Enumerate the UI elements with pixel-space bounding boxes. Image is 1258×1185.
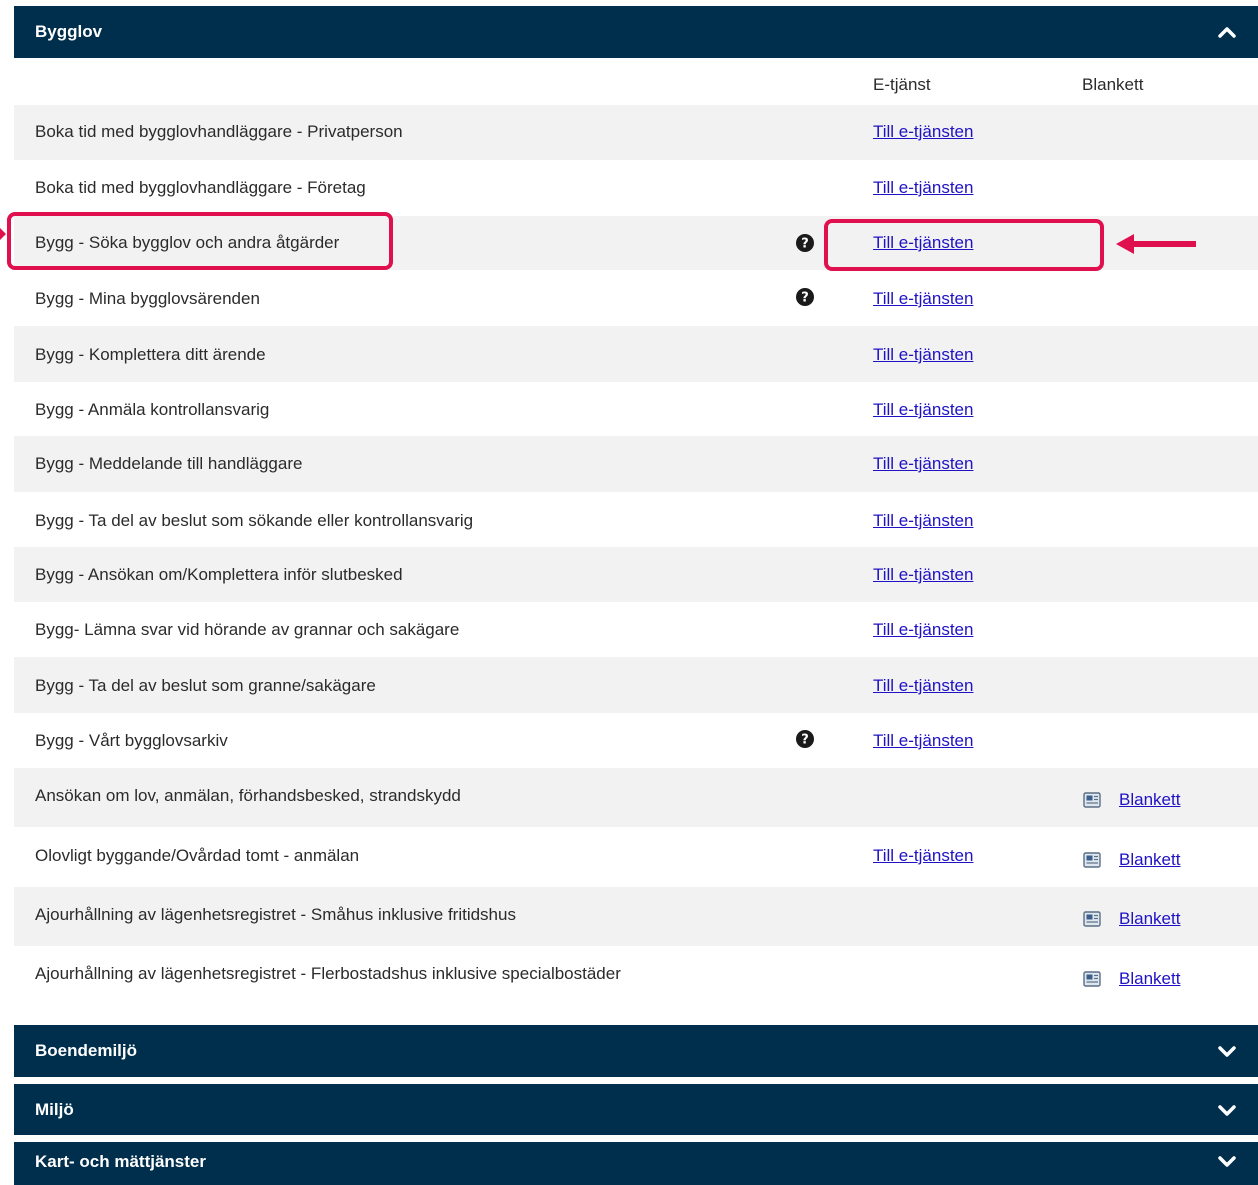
svg-text:?: ? (801, 733, 809, 748)
table-row: Ansökan om lov, anmälan, förhandsbesked,… (14, 768, 1258, 827)
table-row: Bygg - Mina bygglovsärenden ? Till e-tjä… (14, 270, 1258, 326)
row-title: Bygg - Ansökan om/Komplettera inför slut… (35, 565, 403, 584)
row-title: Bygg - Anmäla kontrollansvarig (35, 400, 270, 419)
chevron-down-icon[interactable] (1218, 1101, 1236, 1119)
eservice-link[interactable]: Till e-tjänsten (873, 400, 973, 420)
section-title: Boendemiljö (35, 1041, 138, 1060)
row-title: Ajourhållning av lägenhetsregistret - Fl… (35, 964, 621, 983)
row-title: Bygg - Ta del av beslut som granne/sakäg… (35, 676, 376, 695)
question-circle-icon[interactable]: ? (795, 233, 815, 253)
column-header-eservice: E-tjänst (873, 75, 931, 94)
eservice-link[interactable]: Till e-tjänsten (873, 511, 973, 531)
row-title: Ajourhållning av lägenhetsregistret - Sm… (35, 905, 516, 924)
svg-text:?: ? (801, 237, 809, 252)
row-title: Bygg - Vårt bygglovsarkiv (35, 731, 228, 750)
table-row: Boka tid med bygglovhandläggare - Privat… (14, 105, 1258, 160)
row-title: Ansökan om lov, anmälan, förhandsbesked,… (35, 786, 461, 805)
table-row: Olovligt byggande/Ovårdad tomt - anmälan… (14, 827, 1258, 887)
row-title: Bygg - Meddelande till handläggare (35, 454, 303, 473)
table-row: Bygg - Ansökan om/Komplettera inför slut… (14, 547, 1258, 602)
section-title: Kart- och mättjänster (35, 1152, 206, 1171)
row-title: Bygg - Ta del av beslut som sökande elle… (35, 511, 474, 530)
eservice-link[interactable]: Till e-tjänsten (873, 122, 973, 142)
eservice-link[interactable]: Till e-tjänsten (873, 345, 973, 365)
form-link[interactable]: Blankett (1119, 909, 1180, 929)
document-icon (1083, 792, 1101, 808)
highlight-box-eservice-link (824, 219, 1104, 271)
chevron-up-icon[interactable] (1218, 23, 1236, 41)
row-title: Bygg - Komplettera ditt ärende (35, 345, 266, 364)
table-row: Bygg - Meddelande till handläggare Till … (14, 436, 1258, 492)
table-row: Boka tid med bygglovhandläggare - Företa… (14, 160, 1258, 216)
arrow-left-icon (1116, 233, 1196, 255)
eservice-link[interactable]: Till e-tjänsten (873, 620, 973, 640)
section-header-miljo[interactable]: Miljö (14, 1084, 1258, 1135)
table-row: Bygg - Komplettera ditt ärende Till e-tj… (14, 326, 1258, 382)
section-header-boendemiljo[interactable]: Boendemiljö (14, 1025, 1258, 1077)
column-header-form: Blankett (1082, 75, 1144, 94)
highlight-pointer (0, 227, 6, 240)
highlight-box-row-title (7, 212, 393, 270)
row-title: Boka tid med bygglovhandläggare - Företa… (35, 178, 366, 197)
table-row: Bygg - Anmäla kontrollansvarig Till e-tj… (14, 382, 1258, 436)
table-row: Bygg - Ta del av beslut som sökande elle… (14, 492, 1258, 547)
document-icon (1083, 911, 1101, 927)
section-header-bygglov[interactable]: Bygglov (14, 6, 1258, 58)
table-row: Bygg- Lämna svar vid hörande av grannar … (14, 602, 1258, 657)
eservice-link[interactable]: Till e-tjänsten (873, 178, 973, 198)
form-link[interactable]: Blankett (1119, 790, 1180, 810)
eservice-link[interactable]: Till e-tjänsten (873, 731, 973, 751)
table-row: Bygg - Vårt bygglovsarkiv ? Till e-tjäns… (14, 713, 1258, 768)
eservice-link[interactable]: Till e-tjänsten (873, 565, 973, 585)
row-title: Olovligt byggande/Ovårdad tomt - anmälan (35, 846, 360, 865)
eservice-link[interactable]: Till e-tjänsten (873, 846, 973, 866)
row-title: Bygg- Lämna svar vid hörande av grannar … (35, 620, 460, 639)
chevron-down-icon[interactable] (1218, 1042, 1236, 1060)
document-icon (1083, 852, 1101, 868)
chevron-down-icon[interactable] (1218, 1152, 1236, 1170)
question-circle-icon[interactable]: ? (795, 287, 815, 307)
row-title: Boka tid med bygglovhandläggare - Privat… (35, 122, 403, 141)
row-title: Bygg - Mina bygglovsärenden (35, 289, 260, 308)
section-title: Bygglov (35, 22, 103, 41)
eservice-link[interactable]: Till e-tjänsten (873, 454, 973, 474)
table-row: Ajourhållning av lägenhetsregistret - Sm… (14, 887, 1258, 946)
svg-text:?: ? (801, 291, 809, 306)
document-icon (1083, 971, 1101, 987)
table-row: Bygg - Ta del av beslut som granne/sakäg… (14, 657, 1258, 713)
question-circle-icon[interactable]: ? (795, 729, 815, 749)
form-link[interactable]: Blankett (1119, 969, 1180, 989)
eservice-link[interactable]: Till e-tjänsten (873, 289, 973, 309)
table-row: Ajourhållning av lägenhetsregistret - Fl… (14, 946, 1258, 1006)
section-header-kart[interactable]: Kart- och mättjänster (14, 1142, 1258, 1185)
section-title: Miljö (35, 1099, 74, 1119)
eservice-link[interactable]: Till e-tjänsten (873, 676, 973, 696)
form-link[interactable]: Blankett (1119, 850, 1180, 870)
